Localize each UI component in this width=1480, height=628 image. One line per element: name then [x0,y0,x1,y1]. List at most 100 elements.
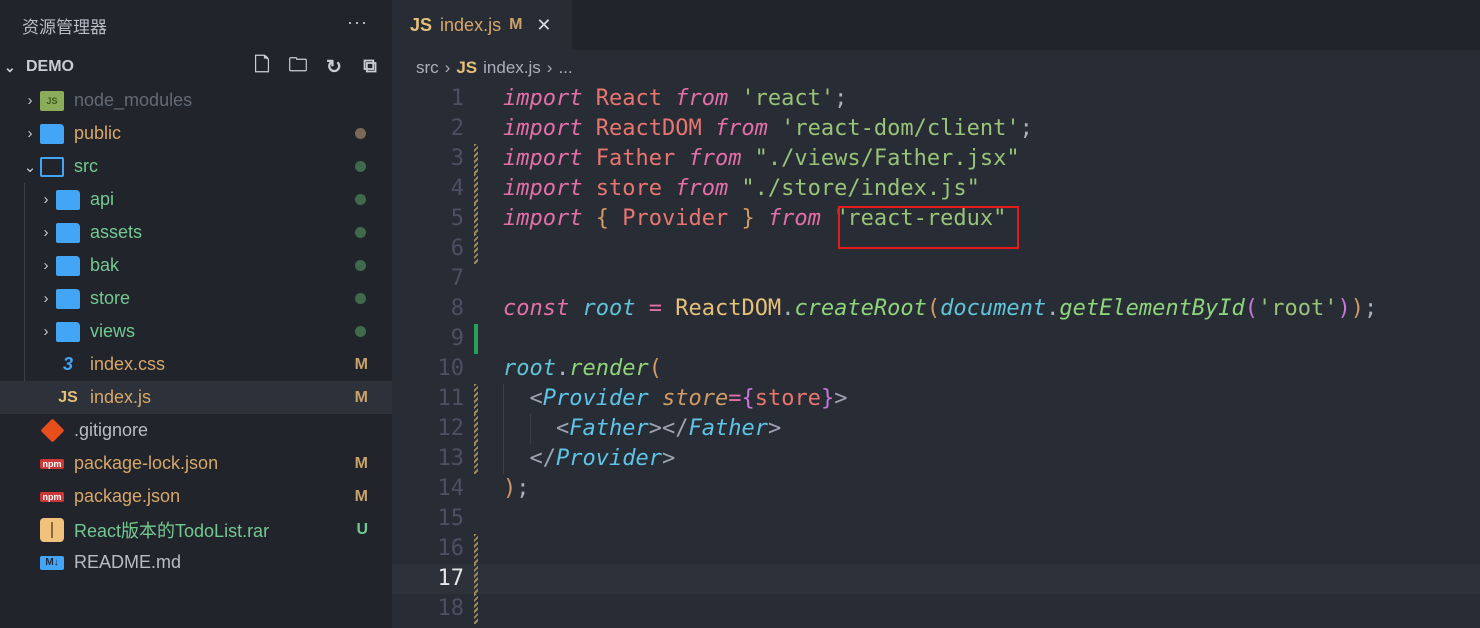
line-number: 12 [437,416,465,441]
tree-item--gitignore[interactable]: .gitignore [0,414,392,447]
highlight-box [838,206,1019,249]
tree-item-public[interactable]: › public [0,117,392,150]
code-line: 12 <Father></Father> [392,414,1480,444]
token-id: React [582,86,676,111]
breadcrumb-symbol[interactable]: ... [558,58,572,78]
token-kw: import [503,116,583,141]
token-tag: > [767,416,782,441]
token-str: "./store/index.js" [728,176,980,201]
gutter-modified-marker[interactable] [474,384,478,414]
line-number: 6 [450,236,464,261]
git-icon [39,418,65,443]
git-status-dot [355,161,366,172]
token-comp: Provider [542,386,649,411]
chevron-right-icon[interactable]: › [20,125,40,142]
token-kw: const [503,296,570,321]
tree-item-label: assets [90,222,143,242]
refresh-icon[interactable]: ↻ [322,56,346,78]
tree-item-views[interactable]: › views [0,315,392,348]
folder-icon [56,321,80,342]
git-status-dot [355,293,366,304]
gutter-modified-marker[interactable] [474,174,478,204]
line-number: 3 [450,146,464,171]
tree-item-bak[interactable]: › bak [0,249,392,282]
git-status-badge: U [356,520,368,538]
token-pn: ; [516,476,530,501]
tree-item-node-modules[interactable]: › JS node_modules [0,84,392,117]
token-kw: from [675,86,729,111]
folder-icon [56,255,80,276]
gutter-modified-marker[interactable] [474,564,478,594]
close-icon[interactable]: ✕ [536,15,551,36]
tree-item-package-lock-json[interactable]: npm package-lock.json M [0,447,392,480]
new-file-icon[interactable]: 🗋 [250,55,274,78]
gutter-modified-marker[interactable] [474,444,478,474]
token-pn [503,446,530,471]
code-line: 3 import Father from "./views/Father.jsx" [392,144,1480,174]
token-id: ReactDOM [582,116,715,141]
file-tree: › JS node_modules › public ⌄ src › api › assets › ba… [0,84,392,579]
git-status-dot [355,128,366,139]
tree-item-src[interactable]: ⌄ src [0,150,392,183]
npm-icon: npm [40,458,64,469]
gutter-modified-marker[interactable] [474,594,478,624]
js-file-icon: JS [456,57,478,77]
token-kw: import [503,86,583,111]
code-line: 7 [392,264,1480,294]
token-pn [569,296,582,321]
chevron-right-icon[interactable]: › [36,224,56,241]
token-fn: render [569,356,649,381]
token-str: 'react-dom/client' [767,116,1020,141]
token-pn: . [781,296,795,321]
token-comp: Father [569,416,649,441]
token-br: ) [1350,296,1365,321]
token-kw: from [675,176,729,201]
token-fn: createRoot [794,296,927,321]
code-editor[interactable]: 1 import React from 'react'; 2 import React… [392,84,1480,624]
chevron-right-icon[interactable]: › [20,92,40,109]
more-actions-icon[interactable]: ··· [347,12,368,33]
token-pn: . [1046,296,1060,321]
tree-item-store[interactable]: › store [0,282,392,315]
token-pn [649,386,662,411]
gutter-modified-marker[interactable] [474,534,478,564]
chevron-right-icon[interactable]: › [36,323,56,340]
js-file-icon: JS [58,388,78,406]
token-par: ( [1244,296,1259,321]
tab-modified-badge: M [509,16,523,33]
chevron-right-icon[interactable]: › [36,191,56,208]
chevron-right-icon: › [546,57,553,77]
folder-icon [56,189,80,210]
breadcrumb-src[interactable]: src [416,58,439,78]
token-br: ) [503,476,517,501]
tree-item-api[interactable]: › api [0,183,392,216]
chevron-right-icon[interactable]: › [36,257,56,274]
chevron-down-icon[interactable]: ⌄ [20,158,40,176]
gutter-added-marker[interactable] [474,324,478,354]
token-comp: Provider [556,446,662,471]
code-line: 14); [392,474,1480,504]
tree-item-package-json[interactable]: npm package.json M [0,480,392,513]
gutter-modified-marker[interactable] [474,414,478,444]
tree-item-react-todolist-rar[interactable]: React版本的TodoList.rar U [0,513,392,546]
gutter-modified-marker[interactable] [474,204,478,234]
gutter-modified-marker[interactable] [474,144,478,174]
project-header[interactable]: ⌄ DEMO 🗋 🗀 ↻ ⧉ [0,50,392,84]
new-folder-icon[interactable]: 🗀 [286,55,310,78]
collapse-all-icon[interactable]: ⧉ [358,56,382,78]
tree-item-readme-md[interactable]: M↓ README.md [0,546,392,579]
tree-item-index-css[interactable]: 3 index.css M [0,348,392,381]
tree-item-label: README.md [74,552,182,572]
tree-item-assets[interactable]: › assets [0,216,392,249]
tree-item-label: index.css [90,354,166,374]
tree-item-index-js[interactable]: JS index.js M [0,381,392,414]
folder-icon [40,123,64,144]
code-line: 9 [392,324,1480,354]
token-br: ( [926,296,941,321]
chevron-right-icon[interactable]: › [36,290,56,307]
gutter-modified-marker[interactable] [474,234,478,264]
breadcrumb-file[interactable]: index.js [483,58,541,78]
line-number: 10 [437,356,465,381]
tab-index-js[interactable]: JS index.js M ✕ [392,0,572,50]
token-kw: import [503,206,583,231]
